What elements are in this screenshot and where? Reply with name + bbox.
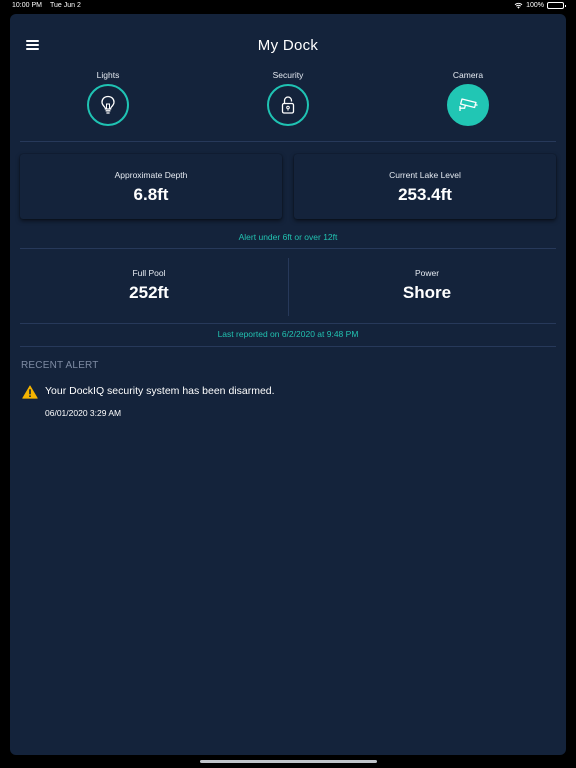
recent-alert-heading: RECENT ALERT — [21, 360, 99, 371]
battery-icon — [547, 2, 566, 9]
alert-timestamp: 06/01/2020 3:29 AM — [45, 408, 122, 418]
power-stat: Power Shore — [288, 256, 566, 316]
full-pool-label: Full Pool — [132, 268, 166, 278]
approximate-depth-card: Approximate Depth 6.8ft — [20, 154, 282, 219]
warning-icon — [22, 385, 38, 399]
security-label: Security — [272, 70, 304, 80]
lights-button[interactable] — [87, 84, 129, 126]
status-bar: 10:00 PM Tue Jun 2 100% — [0, 0, 576, 13]
app-panel: My Dock Lights Security Camera Approxima… — [10, 14, 566, 755]
depth-value: 6.8ft — [133, 185, 169, 204]
power-value: Shore — [402, 283, 452, 302]
device-controls: Lights Security Camera — [10, 70, 566, 140]
camera-control[interactable]: Camera — [418, 70, 518, 126]
depth-label: Approximate Depth — [114, 170, 188, 180]
last-reported-note: Last reported on 6/2/2020 at 9:48 PM — [217, 329, 359, 339]
alert-threshold-note: Alert under 6ft or over 12ft — [238, 232, 338, 242]
divider — [20, 323, 556, 324]
status-time: 10:00 PM — [12, 2, 42, 9]
security-control[interactable]: Security — [238, 70, 338, 126]
unlocked-padlock-icon — [281, 96, 295, 114]
lake-level-label: Current Lake Level — [389, 170, 461, 180]
lights-control[interactable]: Lights — [58, 70, 158, 126]
status-date: Tue Jun 2 — [50, 2, 81, 9]
battery-percent: 100% — [526, 2, 544, 9]
divider — [20, 346, 556, 347]
wifi-icon — [514, 2, 523, 9]
full-pool-stat: Full Pool 252ft — [10, 256, 288, 316]
security-button[interactable] — [267, 84, 309, 126]
lightbulb-icon — [101, 95, 115, 114]
security-camera-icon — [459, 98, 478, 111]
camera-button[interactable] — [447, 84, 489, 126]
lake-level-value: 253.4ft — [398, 185, 452, 204]
divider — [20, 141, 556, 142]
lights-label: Lights — [96, 70, 120, 80]
status-right: 100% — [514, 2, 566, 9]
full-pool-value: 252ft — [129, 283, 169, 302]
alert-message: Your DockIQ security system has been dis… — [45, 385, 275, 397]
lake-level-card: Current Lake Level 253.4ft — [294, 154, 556, 219]
camera-label: Camera — [452, 70, 484, 80]
page-title: My Dock — [257, 37, 319, 54]
nav-bar: My Dock — [10, 14, 566, 64]
power-label: Power — [414, 268, 440, 278]
divider — [20, 248, 556, 249]
home-indicator[interactable] — [200, 760, 377, 763]
